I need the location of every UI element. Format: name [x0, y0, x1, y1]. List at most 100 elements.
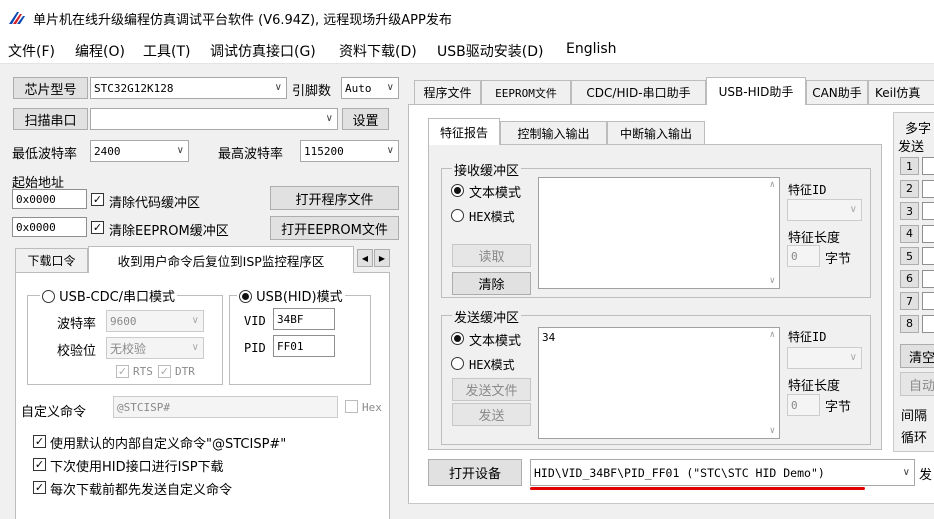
receive-feature-id-select[interactable]: ∨ — [787, 199, 862, 221]
tab-feature-report[interactable]: 特征报告 — [428, 118, 500, 145]
chevron-down-icon: ∨ — [176, 144, 184, 156]
tab-scroll-right-icon[interactable]: ▶ — [374, 249, 390, 267]
hex-checkbox[interactable] — [345, 400, 358, 413]
vid-label: VID — [244, 314, 266, 328]
device-select[interactable]: HID\VID_34BF\PID_FF01 ("STC\STC HID Demo… — [530, 459, 915, 486]
multi-send-number-button[interactable]: 1 — [900, 157, 919, 175]
clear-code-checkbox[interactable]: ✓ — [91, 193, 104, 206]
send-before-download-label: 每次下载前都先发送自定义命令 — [50, 483, 233, 498]
menu-tools[interactable]: 工具(T) — [143, 41, 190, 61]
multi-send-input[interactable] — [922, 292, 934, 310]
multi-send-number-button[interactable]: 7 — [900, 292, 919, 310]
send-feature-length-input[interactable]: 0 — [787, 394, 820, 416]
tab-keil-sim[interactable]: Keil仿真 — [868, 80, 934, 104]
tab-usb-hid-assistant[interactable]: USB-HID助手 — [706, 77, 806, 105]
send-text-mode-label: 文本模式 — [469, 334, 522, 349]
receive-feature-length-label: 特征长度 — [788, 231, 841, 246]
multi-send-input[interactable] — [922, 247, 934, 265]
scan-port-button[interactable]: 扫描串口 — [13, 108, 88, 130]
multi-send-input[interactable] — [922, 179, 934, 198]
multi-send-input[interactable] — [922, 157, 934, 175]
open-program-file-button[interactable]: 打开程序文件 — [270, 186, 399, 210]
multi-send-number-button[interactable]: 3 — [900, 202, 919, 220]
chevron-down-icon: ∨ — [386, 81, 394, 93]
clear-eeprom-checkbox[interactable]: ✓ — [91, 221, 104, 234]
multi-send-label: 多字 — [905, 122, 932, 137]
min-baud-select[interactable]: 2400 ∨ — [90, 140, 189, 162]
send-before-download-checkbox[interactable]: ✓ — [33, 481, 46, 494]
open-eeprom-file-button[interactable]: 打开EEPROM文件 — [270, 216, 399, 240]
start-address-code-input[interactable]: 0x0000 — [12, 189, 87, 209]
multi-send-number-button[interactable]: 8 — [900, 314, 919, 333]
scroll-up-icon[interactable]: ∧ — [770, 330, 775, 340]
multi-send-number-button[interactable]: 2 — [900, 179, 919, 198]
window-title: 单片机在线升级编程仿真调试平台软件 (V6.94Z), 远程现场升级APP发布 — [33, 13, 452, 28]
menu-usb-driver[interactable]: USB驱动安装(D) — [437, 41, 543, 61]
open-device-button[interactable]: 打开设备 — [428, 459, 522, 486]
chip-type-select[interactable]: STC32G12K128 ∨ — [90, 77, 287, 99]
hid-mode-radio[interactable] — [239, 290, 252, 303]
custom-command-label: 自定义命令 — [21, 405, 87, 420]
receive-buffer-textarea[interactable]: ∧ ∨ — [538, 177, 780, 289]
tab-interrupt-io[interactable]: 中断输入输出 — [607, 121, 705, 145]
pins-select[interactable]: Auto ∨ — [341, 77, 399, 99]
use-hid-next-checkbox[interactable]: ✓ — [33, 458, 46, 471]
tab-scroll-left-icon[interactable]: ◀ — [357, 249, 373, 267]
scroll-down-icon[interactable]: ∨ — [770, 276, 775, 286]
scroll-up-icon[interactable]: ∧ — [770, 180, 775, 190]
parity-select[interactable]: 无校验 ∨ — [106, 337, 204, 359]
send-file-button[interactable]: 发送文件 — [452, 378, 531, 401]
send-buffer-textarea[interactable]: 34 ∧ ∨ — [538, 327, 780, 439]
bottom-panel-edge — [408, 503, 934, 519]
settings-button[interactable]: 设置 — [342, 108, 389, 130]
multi-send-number-button[interactable]: 4 — [900, 224, 919, 243]
multi-send-number-button[interactable]: 6 — [900, 269, 919, 288]
read-button[interactable]: 读取 — [452, 244, 531, 267]
tab-reset-to-isp[interactable]: 收到用户命令后复位到ISP监控程序区 — [88, 246, 354, 273]
rts-checkbox[interactable]: ✓ — [116, 365, 129, 378]
chip-type-button[interactable]: 芯片型号 — [13, 77, 88, 99]
dtr-checkbox[interactable]: ✓ — [158, 365, 171, 378]
receive-hex-mode-radio[interactable] — [451, 209, 464, 222]
tab-cdc-hid-serial[interactable]: CDC/HID-串口助手 — [571, 80, 706, 104]
menu-debug[interactable]: 调试仿真接口(G) — [210, 41, 316, 61]
baud-select[interactable]: 9600 ∨ — [106, 310, 204, 332]
clear-all-button[interactable]: 清空 — [900, 344, 934, 368]
menu-file[interactable]: 文件(F) — [8, 41, 55, 61]
start-address-eeprom-input[interactable]: 0x0000 — [12, 217, 87, 237]
auto-send-button[interactable]: 自动 — [900, 372, 934, 396]
chevron-down-icon: ∨ — [325, 112, 333, 124]
pid-input[interactable]: FF01 — [273, 335, 335, 357]
tab-download-password[interactable]: 下载口令 — [15, 248, 88, 272]
send-button[interactable]: 发送 — [452, 403, 531, 426]
send-text-mode-radio[interactable] — [451, 332, 464, 345]
menu-program[interactable]: 编程(O) — [75, 41, 125, 61]
multi-send-number-button[interactable]: 5 — [900, 247, 919, 265]
hid-mode-label: USB(HID)模式 — [256, 290, 343, 305]
custom-command-input[interactable]: @STCISP# — [113, 396, 338, 418]
menu-english[interactable]: English — [566, 41, 617, 57]
multi-send-input[interactable] — [922, 224, 934, 243]
multi-send-header: 发送 — [898, 140, 925, 155]
receive-feature-length-input[interactable]: 0 — [787, 245, 820, 267]
clear-receive-button[interactable]: 清除 — [452, 272, 531, 295]
use-default-command-checkbox[interactable]: ✓ — [33, 435, 46, 448]
scroll-down-icon[interactable]: ∨ — [770, 426, 775, 436]
port-select[interactable]: ∨ — [90, 108, 338, 130]
cdc-mode-radio[interactable] — [42, 290, 55, 303]
menu-downloads[interactable]: 资料下载(D) — [339, 41, 417, 61]
multi-send-input[interactable] — [922, 269, 934, 288]
receive-text-mode-radio[interactable] — [451, 184, 464, 197]
receive-text-mode-label: 文本模式 — [469, 186, 522, 201]
max-baud-select[interactable]: 115200 ∨ — [300, 140, 399, 162]
send-feature-id-select[interactable]: ∨ — [787, 347, 862, 369]
tab-control-io[interactable]: 控制输入输出 — [500, 121, 607, 145]
send-hex-mode-radio[interactable] — [451, 357, 464, 370]
multi-send-input[interactable] — [922, 314, 934, 333]
tab-eeprom-file[interactable]: EEPROM文件 — [481, 80, 571, 104]
vid-input[interactable]: 34BF — [273, 308, 335, 330]
multi-send-input[interactable] — [922, 202, 934, 220]
chip-type-value: STC32G12K128 — [94, 81, 174, 95]
tab-program-file[interactable]: 程序文件 — [414, 80, 481, 104]
tab-can-assistant[interactable]: CAN助手 — [806, 80, 868, 104]
